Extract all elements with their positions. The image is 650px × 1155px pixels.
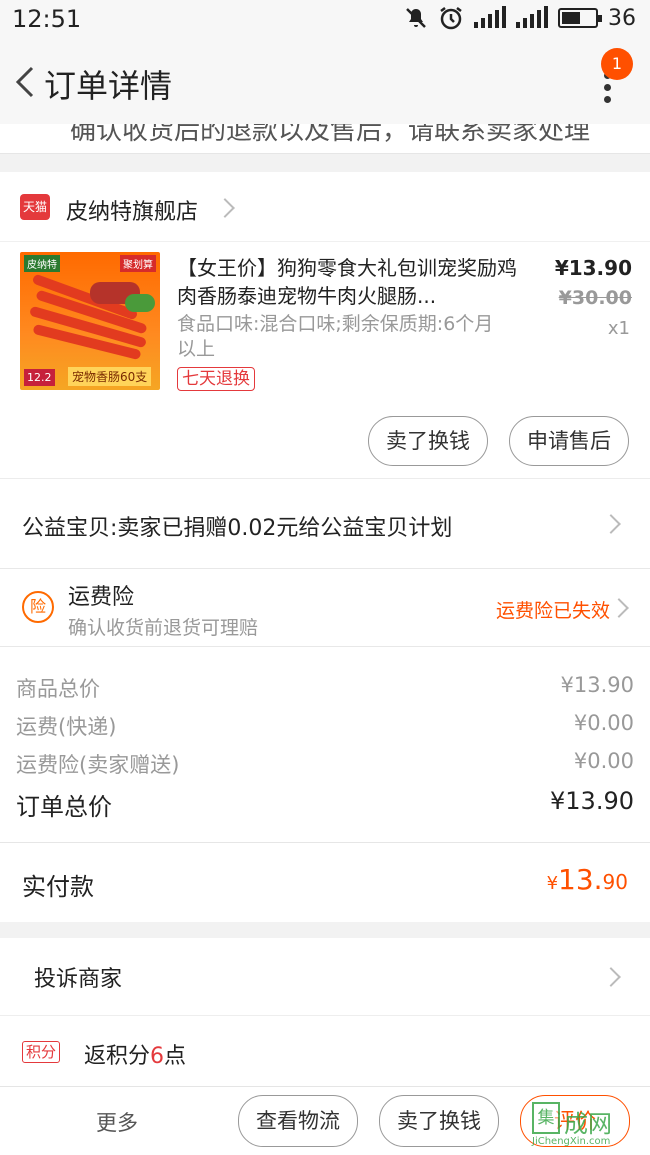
page-title: 订单详情 <box>44 67 173 105</box>
battery-icon <box>558 8 602 28</box>
goods-total-value: ¥13.90 <box>560 673 634 697</box>
chevron-right-icon <box>601 967 621 987</box>
insurance-subtitle: 确认收货前退货可理赔 <box>68 617 259 639</box>
return-policy-tag: 七天退换 <box>177 367 255 391</box>
complain-seller-row[interactable]: 投诉商家 <box>0 938 650 1016</box>
watermark-box: 集 <box>532 1102 560 1134</box>
chevron-right-icon <box>215 198 235 218</box>
order-total-label: 订单总价 <box>16 793 112 821</box>
chevron-right-icon <box>609 598 629 618</box>
after-sale-button[interactable]: 申请售后 <box>509 416 629 466</box>
order-total-value: ¥13.90 <box>550 787 634 815</box>
shipping-insurance-row[interactable]: 险 运费险 确认收货前退货可理赔 运费险已失效 <box>0 568 650 646</box>
points-icon: 积分 <box>22 1041 61 1063</box>
product-title[interactable]: 【女王价】狗狗零食大礼包训宠奖励鸡肉香肠泰迪宠物牛肉火腿肠... <box>177 254 517 310</box>
product-quantity: x1 <box>607 318 630 339</box>
points-text: 返积分6点 <box>84 1038 186 1070</box>
watermark-url: JiChengXin.com <box>532 1136 611 1147</box>
insurance-icon: 险 <box>22 591 54 623</box>
charity-text: 公益宝贝:卖家已捐赠0.02元给公益宝贝计划 <box>22 516 453 541</box>
signal-icon <box>474 6 506 28</box>
price-breakdown: 商品总价 ¥13.90 运费(快递) ¥0.00 运费险(卖家赠送) ¥0.00… <box>0 646 650 842</box>
watermark: 集 成网 JiChengXin.com <box>518 1100 648 1152</box>
status-time: 12:51 <box>12 5 82 33</box>
back-arrow-icon[interactable] <box>10 62 40 102</box>
points-suffix: 点 <box>164 1044 187 1069</box>
complain-text: 投诉商家 <box>34 967 123 992</box>
points-prefix: 返积分 <box>84 1044 151 1069</box>
clipped-notice: 确认收货后的退款以及售后，请联系卖家处理 <box>0 124 650 154</box>
alarm-icon <box>440 7 462 30</box>
shipping-fee-label: 运费(快递) <box>16 715 117 739</box>
product-image-price: 12.2 <box>24 369 55 386</box>
status-icons: 36 <box>404 5 636 31</box>
product-original-price: ¥30.00 <box>558 287 632 309</box>
shipping-fee-value: ¥0.00 <box>573 711 634 735</box>
notification-badge: 1 <box>601 48 633 80</box>
paid-label: 实付款 <box>22 873 94 901</box>
nav-bar: 订单详情 1 <box>0 42 650 124</box>
product-image-caption: 宠物香肠60支 <box>68 367 152 386</box>
points-number: 6 <box>150 1044 165 1069</box>
paid-integer: 13. <box>558 863 603 896</box>
points-row: 积分 返积分6点 <box>0 1016 650 1086</box>
clipped-notice-text: 确认收货后的退款以及售后，请联系卖家处理 <box>70 124 591 146</box>
paid-amount: ¥13.90 <box>547 863 628 896</box>
paid-currency: ¥ <box>546 873 559 894</box>
goods-total-label: 商品总价 <box>16 677 100 701</box>
product-spec: 食品口味:混合口味;剩余保质期:6个月以上 <box>177 313 494 360</box>
insurance-fee-label: 运费险(卖家赠送) <box>16 753 180 777</box>
insurance-title: 运费险 <box>68 585 135 610</box>
sell-for-cash-bottom-button[interactable]: 卖了换钱 <box>379 1095 499 1147</box>
more-button[interactable]: 更多 <box>96 1107 138 1137</box>
paid-amount-row: 实付款 ¥13.90 <box>0 842 650 922</box>
sell-for-cash-button[interactable]: 卖了换钱 <box>368 416 488 466</box>
status-bar: 12:51 36 <box>0 0 650 42</box>
tmall-logo-icon: 天猫 <box>20 194 50 220</box>
insurance-status: 运费险已失效 <box>495 600 610 622</box>
shop-name[interactable]: 皮纳特旗舰店 <box>66 194 198 226</box>
view-logistics-button[interactable]: 查看物流 <box>238 1095 358 1147</box>
watermark-text: 成网 <box>564 1110 612 1138</box>
product-image[interactable]: 皮纳特 聚划算 12.2 宠物香肠60支 <box>20 252 160 390</box>
product-price: ¥13.90 <box>554 256 632 280</box>
insurance-fee-value: ¥0.00 <box>573 749 634 773</box>
product-image-brand: 皮纳特 <box>24 255 60 272</box>
charity-row[interactable]: 公益宝贝:卖家已捐赠0.02元给公益宝贝计划 <box>0 478 650 568</box>
paid-decimal: 90 <box>602 870 628 894</box>
product-image-tag: 聚划算 <box>120 255 156 272</box>
chevron-right-icon <box>601 514 621 534</box>
signal-2-icon <box>516 6 548 28</box>
mute-icon <box>406 8 426 28</box>
battery-level: 36 <box>608 5 636 31</box>
shop-row[interactable]: 天猫 皮纳特旗舰店 <box>0 172 650 242</box>
product-item[interactable]: 皮纳特 聚划算 12.2 宠物香肠60支 【女王价】狗狗零食大礼包训宠奖励鸡肉香… <box>0 242 650 478</box>
